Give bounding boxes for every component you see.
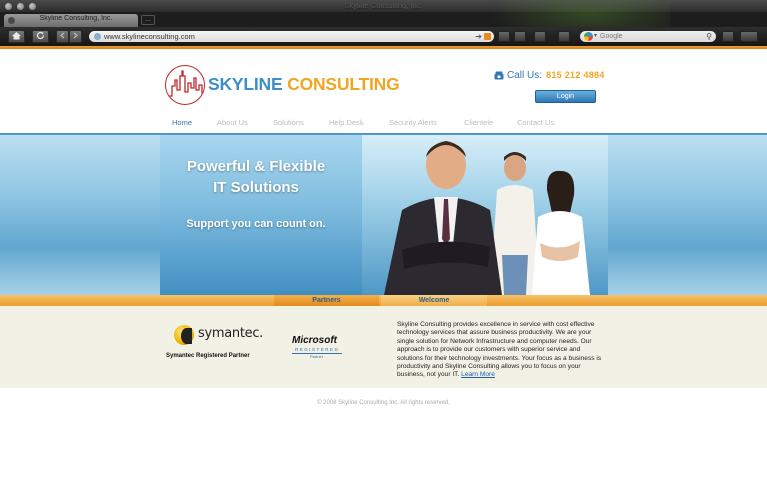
learn-more-link[interactable]: Learn More: [461, 371, 495, 378]
window-title: Skyline Consulting, Inc.: [344, 1, 423, 10]
forward-button[interactable]: [69, 30, 82, 43]
symantec-logo[interactable]: symantec.: [168, 323, 263, 349]
symantec-caption: Symantec Registered Partner: [166, 353, 250, 359]
screen-extension-icon[interactable]: [558, 31, 570, 42]
search-bar[interactable]: ▾ Google ⚲: [580, 31, 716, 42]
tab-welcome[interactable]: Welcome: [381, 295, 487, 306]
symantec-wordmark: symantec.: [198, 326, 264, 341]
nav-about-us[interactable]: About Us: [217, 118, 248, 127]
google-icon[interactable]: [584, 32, 593, 41]
addon-extension-icon[interactable]: [514, 31, 526, 42]
reload-button[interactable]: [32, 30, 49, 43]
phone-icon: [494, 71, 504, 80]
nav-contact-us[interactable]: Contact Us: [517, 118, 554, 127]
hero-headline-line2: IT Solutions: [213, 179, 299, 196]
tab-title: Skyline Consulting, Inc.: [39, 15, 113, 22]
reload-icon: [36, 31, 45, 40]
home-icon: [12, 32, 21, 40]
tab-partners[interactable]: Partners: [274, 295, 379, 306]
microsoft-partner-label: Partner: [310, 354, 324, 359]
welcome-paragraph: Skyline Consulting provides excellence i…: [397, 321, 607, 380]
go-arrow-icon[interactable]: ➔: [475, 31, 482, 42]
close-tab-icon[interactable]: [8, 17, 15, 24]
call-us: Call Us: 815 212 4884: [507, 70, 605, 81]
business-team-photo: [384, 141, 590, 295]
browser-tab[interactable]: Skyline Consulting, Inc.: [4, 14, 138, 27]
symantec-check-icon: [174, 325, 194, 345]
clock-extension-icon[interactable]: [534, 31, 546, 42]
welcome-body: Skyline Consulting provides excellence i…: [397, 321, 602, 379]
footer-copyright: © 2008 Skyline Consulting Inc. All right…: [317, 400, 450, 406]
search-engine-chevron-icon[interactable]: ▾: [594, 31, 597, 42]
search-icon[interactable]: ⚲: [706, 31, 712, 42]
url-text: www.skylineconsulting.com: [104, 32, 195, 41]
wrench-extension-icon[interactable]: [722, 31, 734, 42]
new-tab-button[interactable]: ...: [141, 15, 155, 25]
login-button[interactable]: Login: [535, 90, 596, 103]
site-globe-icon: [94, 33, 101, 40]
toolbar-accent-line: [0, 46, 767, 49]
logo-emblem[interactable]: [165, 65, 205, 105]
home-button[interactable]: [8, 30, 25, 43]
tools-menu-button[interactable]: [740, 31, 758, 42]
phone-number[interactable]: 815 212 4884: [546, 70, 605, 80]
search-input[interactable]: Google: [600, 31, 623, 42]
microsoft-logo[interactable]: Microsoft: [292, 335, 337, 346]
nav-home[interactable]: Home: [172, 118, 192, 127]
back-button[interactable]: [56, 30, 69, 43]
window-titlebar: Skyline Consulting, Inc.: [0, 0, 767, 12]
rss-icon[interactable]: [484, 33, 491, 40]
address-bar[interactable]: www.skylineconsulting.com ➔: [89, 31, 494, 42]
nav-security-alerts[interactable]: Security Alerts: [389, 118, 437, 127]
content-area: [0, 306, 767, 388]
skyline-logo-icon: [169, 70, 204, 97]
tab-bar: Skyline Consulting, Inc. ...: [0, 12, 767, 27]
hero-tagline: Support you can count on.: [186, 218, 326, 230]
microsoft-registered-label: REGISTERED: [295, 347, 340, 352]
call-us-label: Call Us:: [507, 70, 543, 81]
hero-headline: Powerful & Flexible IT Solutions: [160, 156, 352, 198]
forward-arrow-icon: [73, 32, 79, 39]
logo-text-consulting: CONSULTING: [287, 74, 400, 94]
nav-help-desk[interactable]: Help Desk: [329, 118, 364, 127]
nav-clientele[interactable]: Clientele: [464, 118, 493, 127]
logo-text-skyline: SKYLINE: [208, 74, 283, 94]
back-arrow-icon: [59, 32, 65, 39]
bookmark-extension-icon[interactable]: [498, 31, 510, 42]
photo-man-back-head: [504, 155, 526, 181]
hero-headline-line1: Powerful & Flexible: [186, 158, 326, 175]
nav-solutions[interactable]: Solutions: [273, 118, 304, 127]
site-logo[interactable]: SKYLINE CONSULTING: [208, 74, 400, 95]
main-nav: Home About Us Solutions Help Desk Securi…: [0, 118, 767, 132]
